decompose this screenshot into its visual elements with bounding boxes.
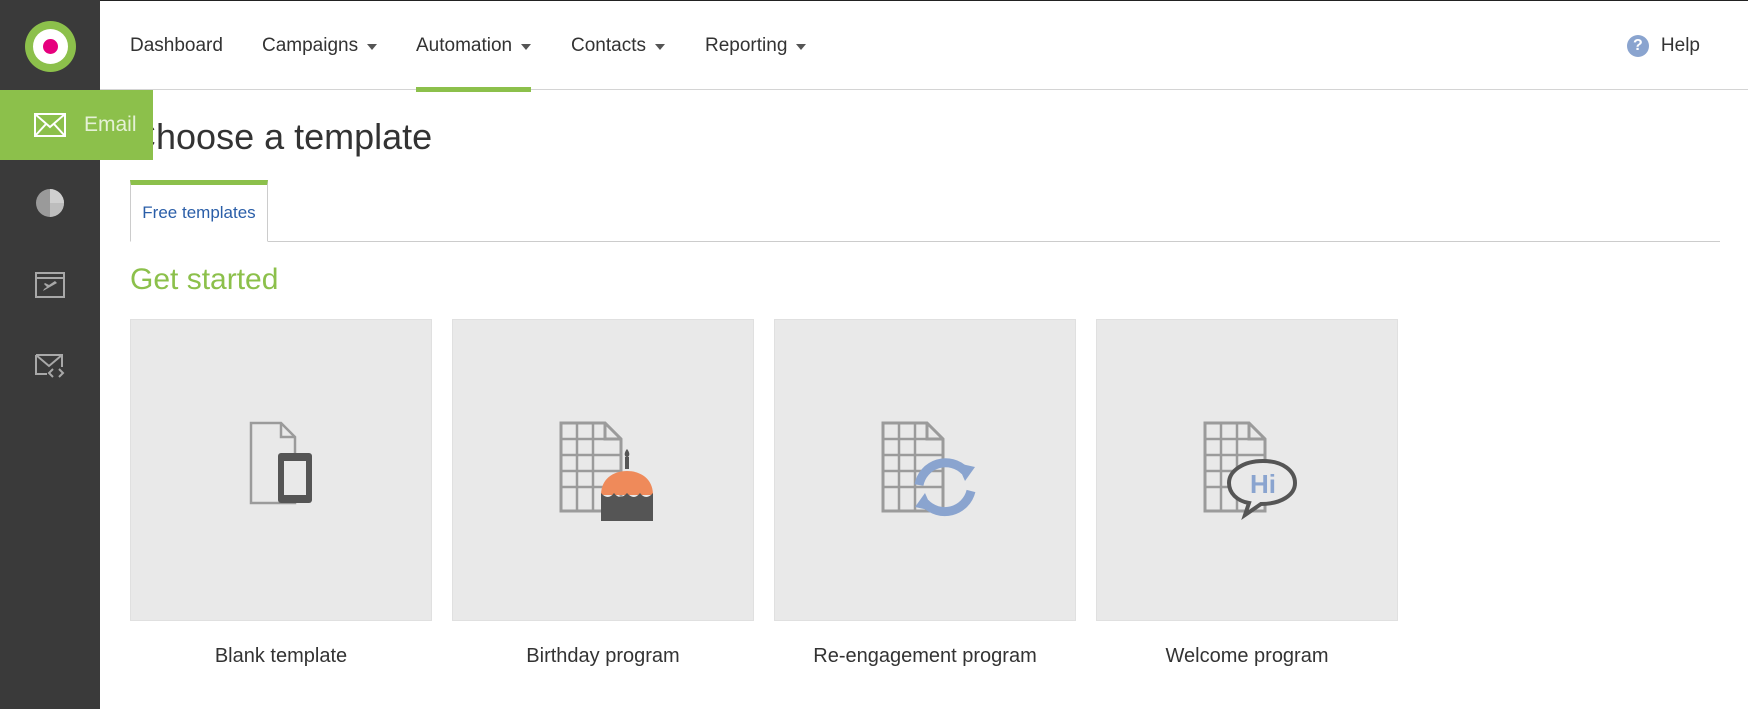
envelope-icon — [34, 113, 66, 137]
template-card-reengagement[interactable]: Re-engagement program — [774, 319, 1076, 668]
browser-plane-icon[interactable] — [33, 268, 67, 302]
page-title: Choose a template — [130, 116, 433, 157]
template-label[interactable]: Birthday program — [452, 645, 754, 668]
template-thumbnail[interactable]: Hi — [1096, 319, 1398, 621]
template-label[interactable]: Blank template — [130, 645, 432, 668]
template-card-blank[interactable]: Blank template — [130, 319, 432, 668]
chevron-down-icon — [367, 44, 378, 50]
chevron-down-icon — [654, 44, 665, 50]
tab-free-templates[interactable]: Free templates — [130, 180, 268, 242]
nav-reporting[interactable]: Reporting — [705, 1, 807, 91]
app-logo[interactable] — [25, 21, 76, 72]
nav-automation[interactable]: Automation — [416, 1, 532, 92]
pie-chart-icon[interactable] — [33, 186, 67, 220]
template-card-welcome[interactable]: Hi Welcome program — [1096, 319, 1398, 668]
blank-document-icon — [249, 421, 312, 505]
template-thumbnail[interactable] — [130, 319, 432, 621]
template-thumbnail[interactable] — [452, 319, 754, 621]
sidebar-item-label: Email — [84, 113, 137, 136]
chevron-down-icon — [521, 44, 532, 50]
template-tabs: Free templates — [130, 180, 1720, 242]
envelope-code-icon[interactable] — [33, 348, 67, 382]
top-nav: Dashboard Campaigns Automation Contacts … — [100, 0, 1748, 92]
template-label[interactable]: Re-engagement program — [774, 645, 1076, 668]
template-label[interactable]: Welcome program — [1096, 645, 1398, 668]
nav-contacts[interactable]: Contacts — [571, 1, 665, 91]
help-link[interactable]: ? Help — [1626, 1, 1700, 91]
template-card-birthday[interactable]: Birthday program — [452, 319, 754, 668]
question-icon: ? — [1626, 35, 1649, 57]
birthday-cake-document-icon — [559, 421, 653, 521]
template-thumbnail[interactable] — [774, 319, 1076, 621]
nav-dashboard[interactable]: Dashboard — [130, 1, 223, 91]
sidebar-item-email[interactable]: Email — [0, 90, 153, 160]
section-heading: Get started — [130, 263, 279, 296]
nav-campaigns[interactable]: Campaigns — [262, 1, 378, 91]
hi-speech-document-icon: Hi — [1203, 421, 1298, 521]
refresh-document-icon — [881, 421, 976, 517]
chevron-down-icon — [796, 44, 807, 50]
svg-text:Hi: Hi — [1250, 469, 1276, 499]
